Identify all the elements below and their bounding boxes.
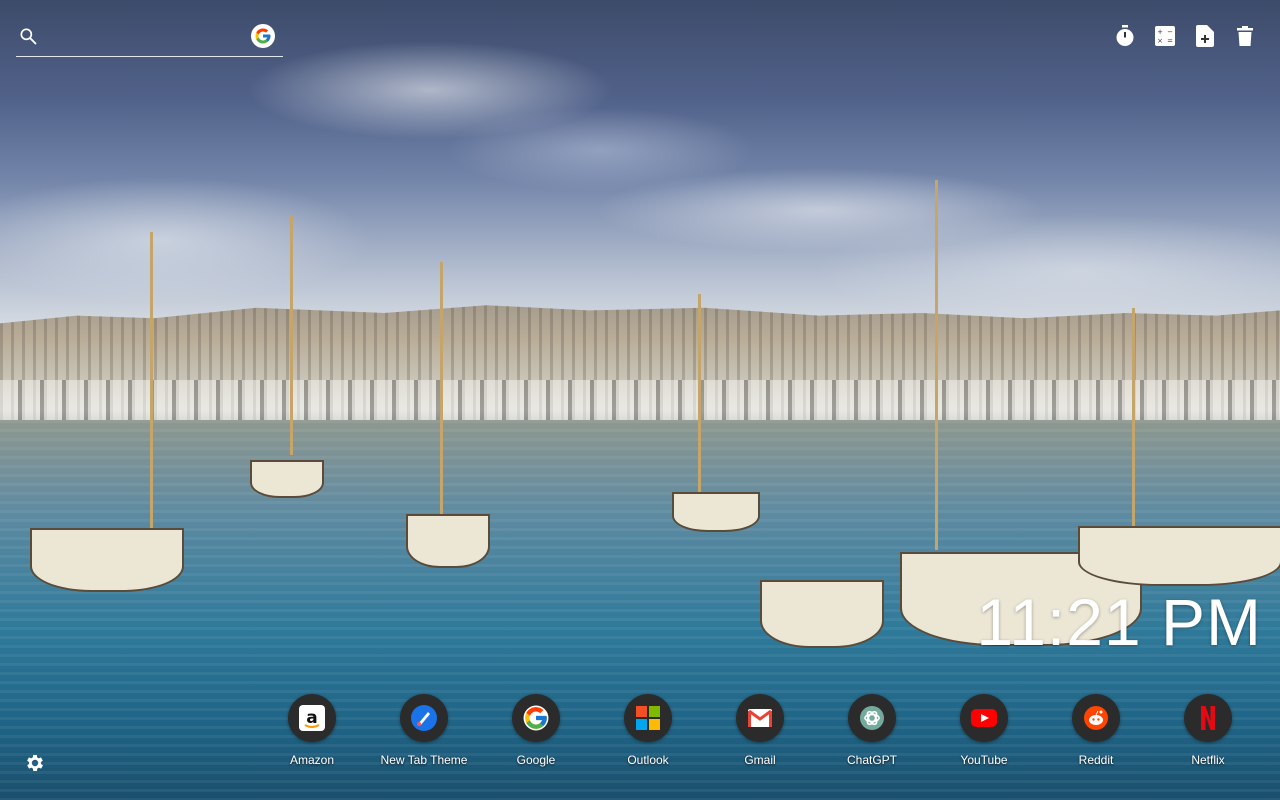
boat	[406, 514, 490, 568]
shortcut-label: YouTube	[960, 753, 1008, 767]
shortcuts-dock: a Amazon New Tab Theme Google Outlook Gm…	[256, 694, 1264, 767]
shortcut-chatgpt[interactable]: ChatGPT	[816, 694, 928, 767]
shortcut-label: Amazon	[289, 753, 335, 767]
svg-text:a: a	[306, 708, 317, 728]
shortcut-label: Netflix	[1191, 753, 1225, 767]
gmail-icon	[748, 709, 772, 727]
shortcut-youtube[interactable]: YouTube	[928, 694, 1040, 767]
wallpaper	[0, 0, 1280, 800]
add-file-icon[interactable]	[1194, 24, 1216, 48]
search-bar	[16, 22, 283, 57]
google-icon[interactable]	[251, 24, 275, 48]
toolbar: + − × =	[1114, 24, 1256, 48]
google-icon	[523, 705, 549, 731]
shortcut-label: Google	[516, 753, 556, 767]
shortcut-reddit[interactable]: Reddit	[1040, 694, 1152, 767]
shortcut-label: Gmail	[744, 753, 776, 767]
shortcut-new-tab-theme[interactable]: New Tab Theme	[368, 694, 480, 767]
shortcut-google[interactable]: Google	[480, 694, 592, 767]
svg-text:−: −	[1167, 28, 1173, 36]
shortcut-amazon[interactable]: a Amazon	[256, 694, 368, 767]
wallpaper-city-row	[0, 380, 1280, 420]
settings-button[interactable]	[24, 752, 48, 776]
stopwatch-icon[interactable]	[1114, 24, 1136, 48]
netflix-icon	[1201, 706, 1215, 730]
trash-icon[interactable]	[1234, 24, 1256, 48]
boat-mast	[440, 262, 443, 522]
search-icon	[20, 28, 37, 45]
youtube-icon	[971, 709, 997, 727]
shortcut-netflix[interactable]: Netflix	[1152, 694, 1264, 767]
shortcut-label: Outlook	[627, 753, 669, 767]
boat-mast	[935, 180, 938, 550]
gear-icon	[27, 755, 43, 771]
search-input[interactable]	[48, 26, 252, 50]
boat	[1078, 526, 1280, 586]
boat	[250, 460, 324, 498]
shortcut-gmail[interactable]: Gmail	[704, 694, 816, 767]
shortcut-outlook[interactable]: Outlook	[592, 694, 704, 767]
svg-text:×: ×	[1157, 37, 1163, 45]
shortcut-label: ChatGPT	[846, 753, 897, 767]
new-tab-theme-icon	[411, 705, 437, 731]
outlook-icon	[636, 706, 660, 730]
boat-mast	[150, 232, 153, 532]
chatgpt-icon	[860, 706, 884, 730]
calculator-icon[interactable]: + − × =	[1154, 24, 1176, 48]
svg-text:+: +	[1157, 28, 1163, 36]
boat	[30, 528, 184, 592]
reddit-icon	[1084, 706, 1108, 730]
boat	[760, 580, 884, 648]
boat-mast	[1132, 308, 1135, 528]
shortcut-label: Reddit	[1078, 753, 1114, 767]
amazon-icon: a	[299, 705, 325, 731]
boat-mast	[290, 215, 293, 455]
svg-text:=: =	[1167, 37, 1173, 45]
shortcut-label: New Tab Theme	[380, 753, 468, 767]
boat	[672, 492, 760, 532]
boat-mast	[698, 294, 701, 494]
clock: 11:21 PM	[976, 585, 1262, 659]
